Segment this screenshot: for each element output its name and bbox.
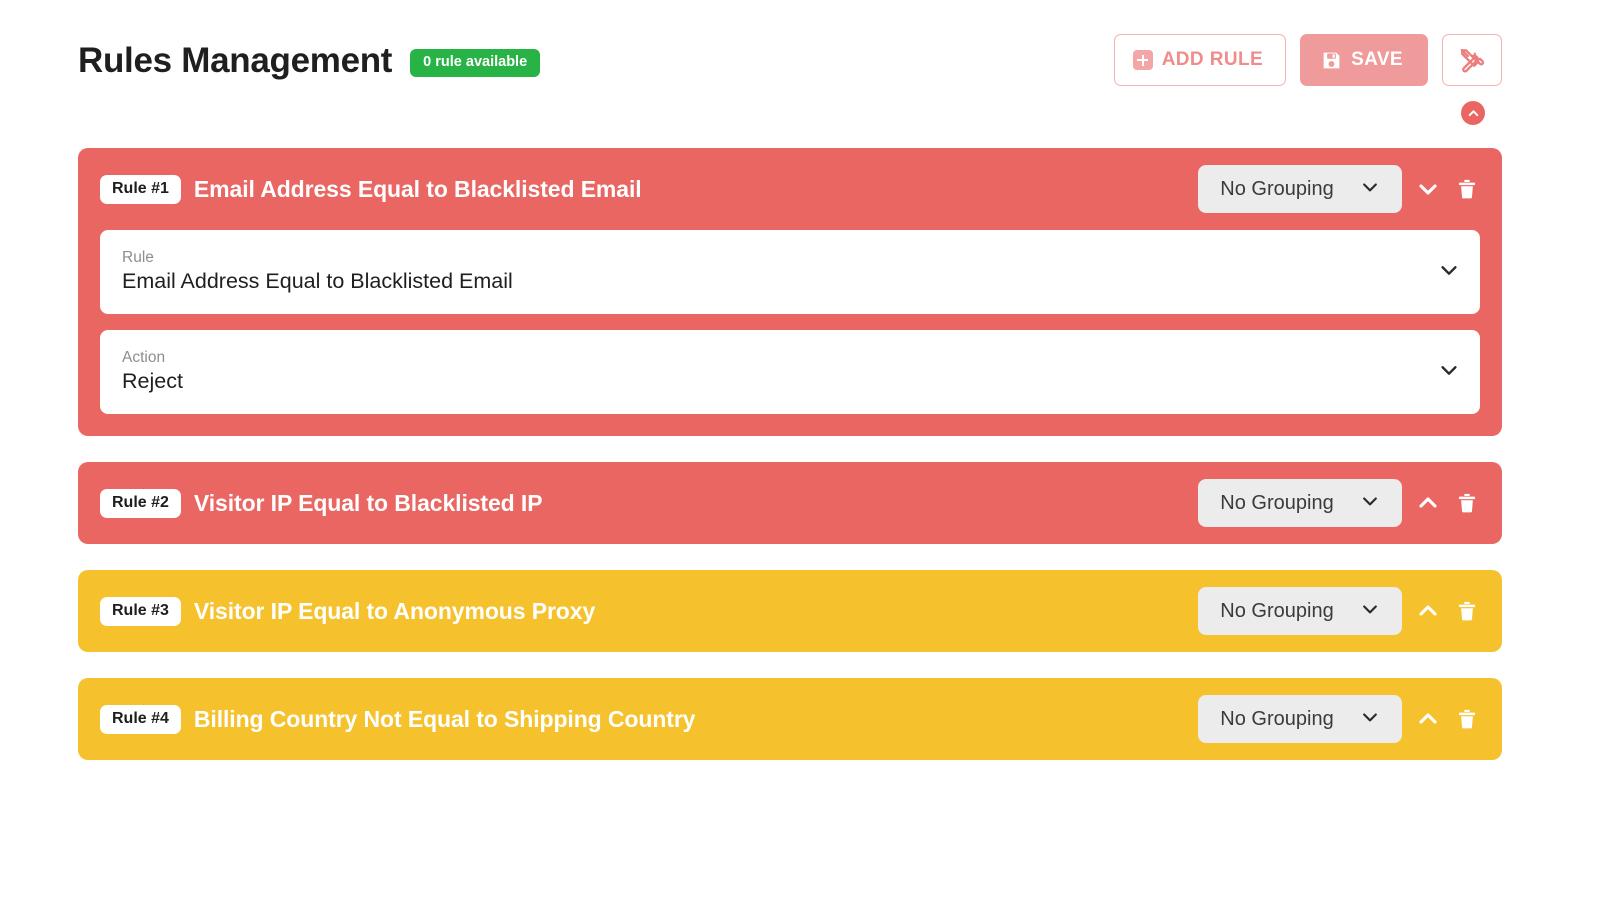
page-header: Rules Management 0 rule available ADD RU…: [0, 0, 1600, 92]
grouping-chevron-down-icon: [1360, 177, 1380, 202]
grouping-select[interactable]: No Grouping: [1198, 695, 1402, 743]
rule-header-right: No Grouping: [1198, 479, 1480, 527]
grouping-select[interactable]: No Grouping: [1198, 165, 1402, 213]
chevron-down-icon: [1360, 177, 1380, 197]
trash-icon: [1456, 599, 1478, 623]
rule-expand-toggle[interactable]: [1415, 174, 1441, 204]
grouping-select-value: No Grouping: [1220, 178, 1333, 201]
rule-number-badge: Rule #4: [100, 705, 181, 734]
tools-button[interactable]: [1442, 34, 1502, 86]
grouping-select[interactable]: No Grouping: [1198, 587, 1402, 635]
rule-body: Rule Email Address Equal to Blacklisted E…: [78, 230, 1502, 436]
rule-card: Rule #2 Visitor IP Equal to Blacklisted I…: [78, 462, 1502, 544]
chevron-down-icon: [1360, 599, 1380, 619]
save-icon: [1321, 50, 1342, 71]
chevron-down-icon: [1438, 359, 1460, 381]
plus-icon: [1133, 50, 1153, 70]
header-actions: ADD RULE SAVE: [1114, 34, 1502, 86]
rule-title: Billing Country Not Equal to Shipping Co…: [194, 706, 695, 733]
field-chevron-down-icon: [1438, 259, 1460, 286]
chevron-up-icon: [1416, 491, 1440, 515]
rule-header: Rule #1 Email Address Equal to Blackliste…: [78, 148, 1502, 230]
rules-available-badge: 0 rule available: [410, 49, 540, 77]
chevron-down-icon: [1360, 491, 1380, 511]
collapse-all-row: [0, 92, 1600, 134]
grouping-chevron-down-icon: [1360, 707, 1380, 732]
rule-card: Rule #1 Email Address Equal to Blackliste…: [78, 148, 1502, 436]
collapse-all-button[interactable]: [1461, 101, 1485, 125]
grouping-select-value: No Grouping: [1220, 600, 1333, 623]
add-rule-button-label: ADD RULE: [1162, 49, 1263, 71]
rule-title: Visitor IP Equal to Blacklisted IP: [194, 490, 543, 517]
grouping-chevron-down-icon: [1360, 599, 1380, 624]
rule-title: Visitor IP Equal to Anonymous Proxy: [194, 598, 595, 625]
save-button[interactable]: SAVE: [1300, 34, 1428, 86]
rule-expand-toggle[interactable]: [1415, 704, 1441, 734]
rule-header: Rule #4 Billing Country Not Equal to Ship…: [78, 678, 1502, 760]
rule-expand-toggle[interactable]: [1415, 488, 1441, 518]
chevron-up-icon: [1416, 599, 1440, 623]
delete-rule-button[interactable]: [1454, 704, 1480, 734]
rules-list: Rule #1 Email Address Equal to Blackliste…: [0, 134, 1600, 760]
grouping-chevron-down-icon: [1360, 491, 1380, 516]
rule-number-badge: Rule #1: [100, 175, 181, 204]
chevron-up-icon: [1416, 707, 1440, 731]
chevron-up-icon: [1467, 107, 1480, 120]
rule-expand-toggle[interactable]: [1415, 596, 1441, 626]
title-group: Rules Management 0 rule available: [78, 43, 1114, 78]
rule-header: Rule #3 Visitor IP Equal to Anonymous Pro…: [78, 570, 1502, 652]
grouping-select-value: No Grouping: [1220, 492, 1333, 515]
rule-number-badge: Rule #3: [100, 597, 181, 626]
rule-header-left: Rule #2 Visitor IP Equal to Blacklisted I…: [100, 489, 1198, 518]
grouping-select-value: No Grouping: [1220, 708, 1333, 731]
rules-management-page: Rules Management 0 rule available ADD RU…: [0, 0, 1600, 900]
rule-header-right: No Grouping: [1198, 165, 1480, 213]
delete-rule-button[interactable]: [1454, 596, 1480, 626]
rule-header-left: Rule #4 Billing Country Not Equal to Ship…: [100, 705, 1198, 734]
rule-header-right: No Grouping: [1198, 587, 1480, 635]
grouping-select[interactable]: No Grouping: [1198, 479, 1402, 527]
page-title: Rules Management: [78, 43, 392, 78]
rule-field-action[interactable]: Action Reject: [100, 330, 1480, 414]
chevron-down-icon: [1416, 177, 1440, 201]
rule-field-label: Action: [122, 349, 1438, 366]
rule-number-badge: Rule #2: [100, 489, 181, 518]
rule-title: Email Address Equal to Blacklisted Email: [194, 176, 642, 203]
delete-rule-button[interactable]: [1454, 488, 1480, 518]
rule-card: Rule #4 Billing Country Not Equal to Ship…: [78, 678, 1502, 760]
rule-field-value: Reject: [122, 368, 1438, 395]
chevron-down-icon: [1360, 707, 1380, 727]
trash-icon: [1456, 177, 1478, 201]
rule-header-left: Rule #3 Visitor IP Equal to Anonymous Pro…: [100, 597, 1198, 626]
rule-field-text: Rule Email Address Equal to Blacklisted E…: [122, 249, 1438, 295]
rule-field-rule[interactable]: Rule Email Address Equal to Blacklisted E…: [100, 230, 1480, 314]
chevron-down-icon: [1438, 259, 1460, 281]
rule-field-text: Action Reject: [122, 349, 1438, 395]
rule-card: Rule #3 Visitor IP Equal to Anonymous Pro…: [78, 570, 1502, 652]
tools-icon: [1459, 47, 1485, 73]
rule-header: Rule #2 Visitor IP Equal to Blacklisted I…: [78, 462, 1502, 544]
rule-field-value: Email Address Equal to Blacklisted Email: [122, 268, 1438, 295]
rule-header-left: Rule #1 Email Address Equal to Blackliste…: [100, 175, 1198, 204]
trash-icon: [1456, 491, 1478, 515]
rule-field-label: Rule: [122, 249, 1438, 266]
delete-rule-button[interactable]: [1454, 174, 1480, 204]
rule-header-right: No Grouping: [1198, 695, 1480, 743]
field-chevron-down-icon: [1438, 359, 1460, 386]
add-rule-button[interactable]: ADD RULE: [1114, 34, 1286, 86]
trash-icon: [1456, 707, 1478, 731]
save-button-label: SAVE: [1351, 49, 1403, 71]
